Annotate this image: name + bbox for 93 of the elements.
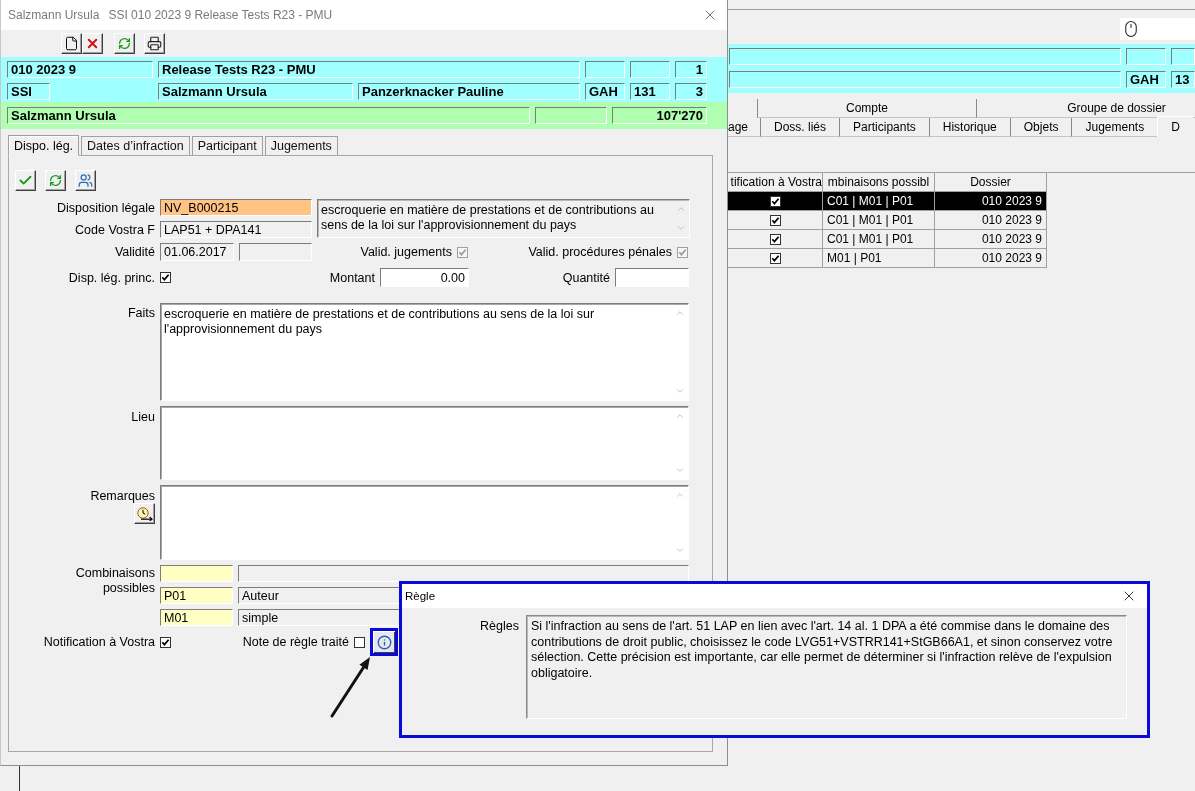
field-label: Combinaisons possibles — [74, 566, 155, 596]
window-title: Salzmann Ursula — [8, 8, 100, 22]
field-label: Disposition légale — [57, 200, 155, 215]
tab[interactable]: Jugements — [264, 136, 338, 155]
refresh-icon — [49, 174, 62, 187]
text-field[interactable]: M01 — [160, 609, 233, 626]
table-row[interactable]: C01 | M01 | P01 010 2023 9 — [728, 192, 1047, 211]
print-button[interactable] — [144, 33, 165, 54]
printer-icon — [147, 36, 162, 51]
text-field[interactable]: SSI — [7, 83, 50, 100]
text-area[interactable]: Si l'infraction au sens de l'art. 51 LAP en lien avec l'art. 14 al. 1 DPA a été commise dans le domaine des contributions de droit public, choisissez le code LVG51+VSTRR141+StGB66A1, et sinon conservez votre sélection. Cette précision est importante, car elle permet de déterminer si l'infraction relève de l'expulsion obligatoire. — [526, 615, 1127, 719]
text-field[interactable]: Salzmann Ursula — [7, 107, 530, 124]
field-label: Remarques — [90, 489, 155, 503]
checkbox[interactable] — [769, 252, 781, 264]
text-field[interactable]: GAH — [1126, 71, 1166, 88]
tab[interactable]: Participant — [191, 136, 263, 155]
field-label: Disp. lég. princ. — [68, 270, 155, 285]
tab[interactable]: Doss. liés — [760, 118, 840, 137]
text-field[interactable] — [1126, 48, 1166, 65]
info-icon — [376, 634, 392, 650]
text-field[interactable]: P01 — [160, 587, 233, 604]
confirm-button[interactable] — [15, 170, 36, 191]
field-label: Notification à Vostra — [43, 635, 155, 649]
text-field[interactable]: 0.00 — [380, 268, 469, 287]
window-title: Règle — [405, 590, 436, 602]
checkbox[interactable] — [160, 636, 171, 648]
field-label: Validité — [114, 245, 155, 259]
text-field[interactable]: NV_B000215 — [160, 199, 312, 216]
tab[interactable]: Compte — [757, 99, 976, 118]
field-label: Règles — [480, 619, 519, 633]
text-field[interactable] — [729, 48, 1121, 65]
tab[interactable]: Dispo. lég. — [8, 135, 80, 156]
refresh-icon — [118, 37, 131, 50]
text-field[interactable] — [1171, 48, 1195, 65]
field-label: Lieu — [131, 410, 155, 424]
table-cell: 010 2023 9 — [935, 249, 1047, 268]
text-field[interactable] — [238, 565, 689, 582]
users-button[interactable] — [75, 170, 96, 191]
table-cell: M01 | P01 — [823, 249, 935, 268]
tab[interactable]: D — [1157, 116, 1193, 137]
table-row[interactable]: M01 | P01 010 2023 9 — [728, 249, 1047, 268]
table-row[interactable]: C01 | M01 | P01 010 2023 9 — [728, 211, 1047, 230]
checkmark-icon — [18, 173, 33, 188]
text-field[interactable]: LAP51 + DPA141 — [160, 221, 312, 238]
text-field[interactable] — [630, 61, 670, 78]
clock-button[interactable] — [134, 503, 155, 524]
field-label: Faits — [127, 306, 155, 320]
field-label: Valid. jugements — [360, 245, 452, 259]
checkbox[interactable] — [769, 195, 781, 207]
document-icon — [64, 36, 79, 51]
delete-button[interactable] — [82, 33, 103, 54]
text-field[interactable] — [729, 71, 1121, 88]
text-field[interactable] — [535, 107, 607, 124]
clock-icon — [136, 506, 153, 521]
new-button[interactable] — [61, 33, 82, 54]
text-field[interactable]: 107'270 — [612, 107, 707, 124]
text-field[interactable]: 3 — [675, 83, 707, 100]
tab[interactable]: Jugements — [1071, 118, 1158, 137]
table-row[interactable]: C01 | M01 | P01 010 2023 9 — [728, 230, 1047, 249]
info-button[interactable] — [370, 628, 398, 656]
tab[interactable]: Participants — [839, 118, 929, 137]
checkbox[interactable] — [769, 214, 781, 226]
text-field[interactable] — [160, 565, 233, 582]
checkbox[interactable] — [354, 636, 365, 648]
text-field[interactable]: 01.06.2017 — [160, 243, 234, 261]
text-field[interactable]: Panzerknacker Pauline — [358, 83, 580, 100]
field-label: Code Vostra F — [75, 222, 155, 237]
text-field[interactable]: Release Tests R23 - PMU — [158, 61, 580, 78]
mouse-icon[interactable] — [1122, 20, 1140, 38]
tab[interactable]: Dates d’infraction — [81, 136, 190, 155]
checkbox[interactable] — [769, 233, 781, 245]
text-field[interactable]: Salzmann Ursula — [158, 83, 353, 100]
text-field[interactable]: GAH — [585, 83, 625, 100]
tab[interactable]: Historique — [928, 118, 1010, 137]
field-label: Note de règle traité — [242, 635, 349, 649]
checkbox[interactable] — [160, 272, 171, 283]
tab[interactable]: Objets — [1009, 118, 1072, 137]
tab[interactable]: Groupe de dossier — [976, 99, 1195, 118]
text-field[interactable] — [585, 61, 625, 78]
field-label: Valid. procédures pénales — [528, 245, 672, 259]
cross-icon — [85, 36, 100, 51]
refresh-button[interactable] — [45, 170, 66, 191]
users-icon — [78, 173, 93, 188]
text-field[interactable] — [615, 268, 689, 287]
text-field[interactable]: 131 — [630, 83, 670, 100]
field-label: Montant — [329, 270, 375, 285]
refresh-button[interactable] — [114, 33, 135, 54]
text-field[interactable]: 13 — [1171, 71, 1195, 88]
text-field[interactable]: 1 — [675, 61, 707, 78]
text-field[interactable] — [239, 243, 312, 261]
text-field[interactable]: 010 2023 9 — [7, 61, 153, 78]
field-label: Quantité — [562, 270, 610, 285]
window-title: SSI 010 2023 9 Release Tests R23 - PMU — [108, 8, 333, 22]
